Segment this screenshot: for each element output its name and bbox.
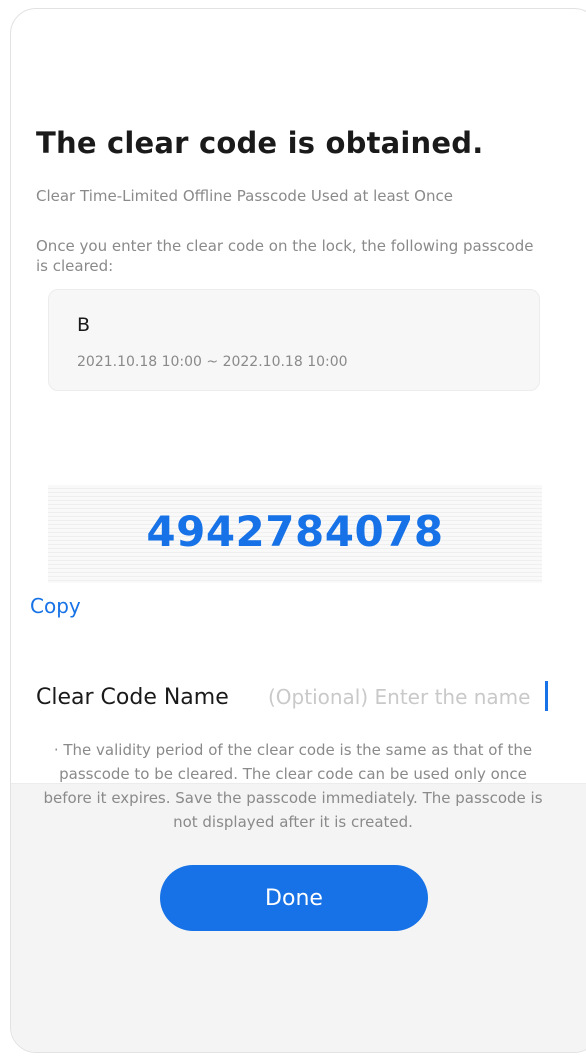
validity-notice: · The validity period of the clear code … — [0, 738, 586, 834]
page-subtitle: Clear Time-Limited Offline Passcode Used… — [36, 187, 453, 205]
notice-line: not displayed after it is created. — [173, 813, 413, 831]
text-cursor — [545, 681, 548, 711]
notice-line: · The validity period of the clear code … — [53, 741, 533, 759]
passcode-card: B 2021.10.18 10:00 ~ 2022.10.18 10:00 — [48, 289, 540, 391]
copy-button[interactable]: Copy — [30, 594, 81, 618]
notice-line: before it expires. Save the passcode imm… — [43, 789, 543, 807]
clear-code-value: 4942784078 — [146, 507, 444, 556]
clear-description: Once you enter the clear code on the loc… — [36, 237, 534, 275]
notice-line: passcode to be cleared. The clear code c… — [59, 765, 527, 783]
passcode-name: B — [77, 314, 91, 336]
page-title: The clear code is obtained. — [36, 126, 484, 160]
passcode-validity-period: 2021.10.18 10:00 ~ 2022.10.18 10:00 — [77, 354, 348, 370]
clear-code-name-label: Clear Code Name — [36, 685, 229, 710]
clear-code-panel: 4942784078 — [48, 485, 542, 583]
clear-code-name-input[interactable] — [268, 679, 548, 715]
done-button[interactable]: Done — [160, 865, 428, 931]
